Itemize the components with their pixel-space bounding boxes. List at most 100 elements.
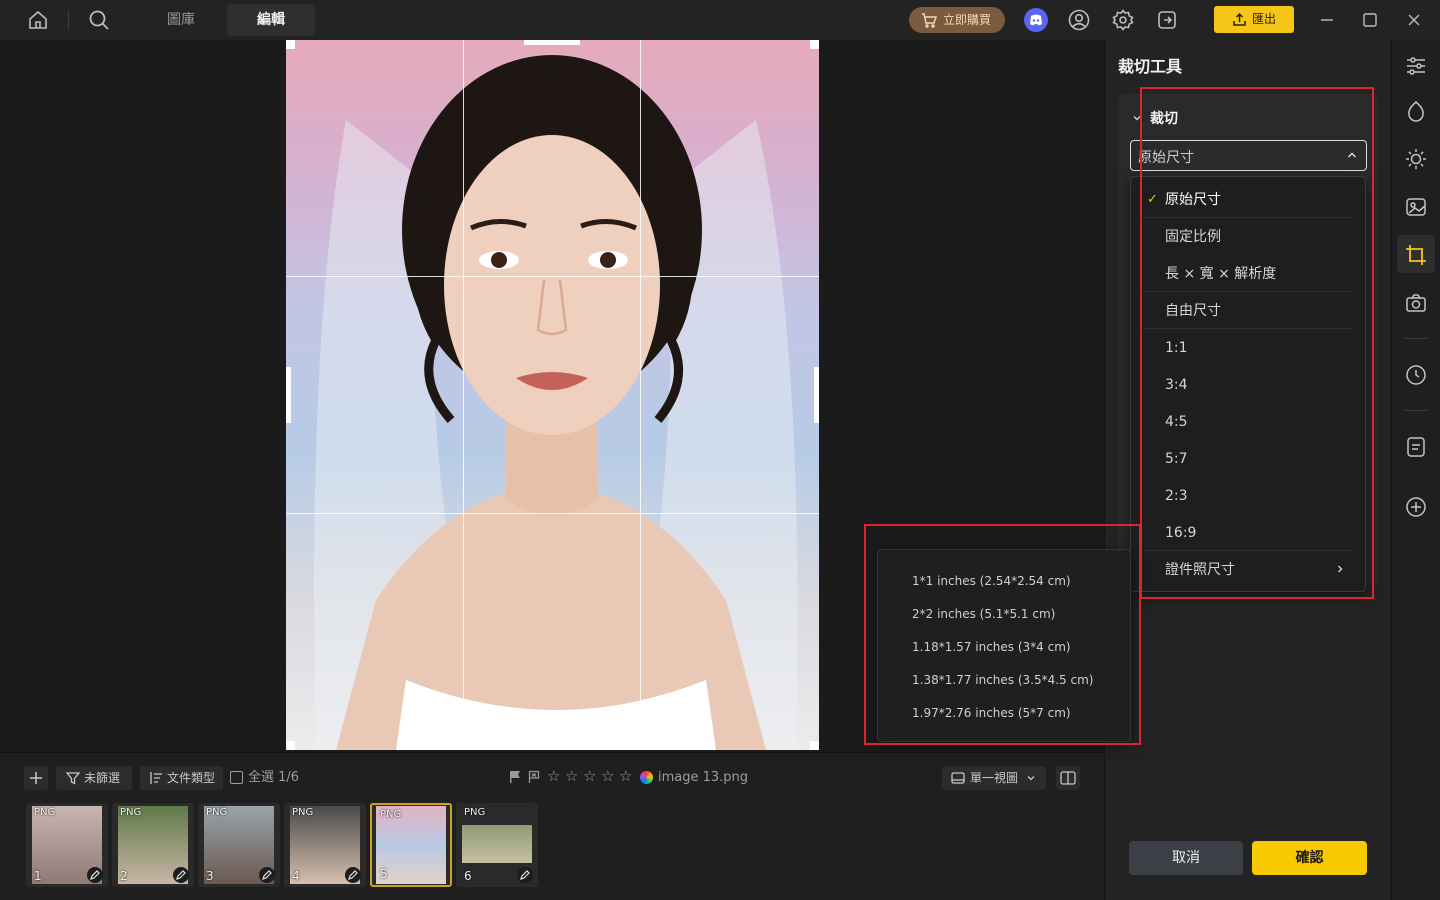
history-icon[interactable]	[1404, 363, 1428, 387]
tab-edit[interactable]: 編輯	[227, 4, 315, 36]
edit-icon[interactable]	[259, 867, 275, 883]
toolbar-divider	[1404, 338, 1428, 339]
current-filename: image 13.png	[658, 770, 749, 785]
reject-flag-icon[interactable]	[528, 770, 540, 788]
add-image-button[interactable]	[24, 766, 48, 790]
star-icon[interactable]: ☆	[601, 767, 614, 785]
crop-handle-bottom-left[interactable]	[286, 741, 295, 750]
edit-icon[interactable]	[173, 867, 189, 883]
thumbnail-number: 2	[120, 869, 128, 883]
color-label-icon[interactable]	[640, 771, 653, 784]
brightness-icon[interactable]	[1404, 147, 1428, 171]
buy-now-label: 立即購買	[943, 13, 992, 27]
thumbnail[interactable]: PNG 4	[284, 803, 366, 887]
highlight-box	[1140, 87, 1374, 599]
file-type-button[interactable]: 文件類型	[140, 766, 223, 790]
upload-icon	[1233, 12, 1246, 26]
split-view-icon	[1060, 771, 1076, 785]
toolbar-divider	[68, 11, 69, 29]
compare-view-button[interactable]	[1056, 766, 1080, 790]
thumbnail-number: 1	[34, 869, 42, 883]
crop-handle-top[interactable]	[524, 40, 580, 45]
thumbnail-format: PNG	[380, 809, 402, 820]
thumbnail[interactable]: PNG 3	[198, 803, 280, 887]
star-icon[interactable]: ☆	[565, 767, 578, 785]
notes-icon[interactable]	[1404, 435, 1428, 459]
view-mode-select[interactable]: 單一視圖	[942, 766, 1046, 790]
crop-handle-bottom-right[interactable]	[810, 741, 819, 750]
crop-image-preview[interactable]	[286, 40, 819, 750]
plus-icon	[30, 772, 42, 784]
adjust-sliders-icon[interactable]	[1404, 54, 1428, 78]
thumbnail-image	[462, 825, 532, 863]
right-toolbar	[1391, 40, 1440, 900]
thumbnail-number: 5	[380, 867, 388, 881]
discord-icon[interactable]	[1024, 8, 1048, 32]
panel-title: 裁切工具	[1118, 57, 1183, 76]
sort-icon	[150, 772, 162, 784]
thumbnail-format: PNG	[464, 807, 486, 818]
top-bar: 圖庫 編輯 立即購買 匯出	[0, 0, 1440, 40]
select-all-label: 全選 1/6	[248, 770, 300, 785]
thumbnail[interactable]: PNG 6	[456, 803, 538, 887]
thumbnail-format: PNG	[34, 807, 56, 818]
thumbnail-number: 6	[464, 869, 472, 883]
tab-library[interactable]: 圖庫	[145, 4, 217, 36]
edit-icon[interactable]	[345, 867, 361, 883]
thumbnail-number: 4	[292, 869, 300, 883]
home-icon[interactable]	[26, 8, 50, 32]
crop-handle-right[interactable]	[814, 367, 819, 423]
settings-icon[interactable]	[1111, 8, 1135, 32]
close-icon[interactable]	[1402, 8, 1426, 32]
crop-handle-bottom[interactable]	[524, 745, 580, 750]
crop-handle-top-right[interactable]	[810, 40, 819, 49]
star-icon[interactable]: ☆	[547, 767, 560, 785]
edit-icon[interactable]	[517, 867, 533, 883]
crop-handle-top-left[interactable]	[286, 40, 295, 49]
buy-now-button[interactable]: 立即購買	[909, 7, 1005, 33]
edit-icon[interactable]	[87, 867, 103, 883]
account-icon[interactable]	[1067, 8, 1091, 32]
crop-grid-line	[286, 276, 819, 277]
portrait-photo	[314, 55, 798, 750]
view-mode-label: 單一視圖	[970, 771, 1019, 785]
crop-grid-line	[640, 40, 641, 750]
thumbnail-format: PNG	[120, 807, 142, 818]
single-view-icon	[951, 772, 965, 784]
thumbnail-format: PNG	[206, 807, 228, 818]
cart-icon	[922, 13, 937, 28]
minimize-icon[interactable]	[1315, 8, 1339, 32]
export-label: 匯出	[1252, 12, 1277, 26]
thumbnail[interactable]: PNG 2	[112, 803, 194, 887]
filter-button[interactable]: 未篩選	[56, 766, 132, 790]
add-icon[interactable]	[1404, 495, 1428, 519]
crop-icon[interactable]	[1404, 243, 1428, 267]
crop-handle-left[interactable]	[286, 367, 291, 423]
cancel-button[interactable]: 取消	[1129, 841, 1243, 875]
star-icon[interactable]: ☆	[583, 767, 596, 785]
confirm-button[interactable]: 確認	[1252, 841, 1367, 875]
select-all-checkbox[interactable]: 全選 1/6	[230, 766, 299, 790]
thumbnail-selected[interactable]: PNG 5	[370, 803, 452, 887]
flag-icon[interactable]	[509, 770, 521, 788]
star-icon[interactable]: ☆	[619, 767, 632, 785]
toolbar-divider	[1404, 410, 1428, 411]
file-type-label: 文件類型	[167, 771, 216, 785]
camera-icon[interactable]	[1404, 291, 1428, 315]
login-icon[interactable]	[1155, 8, 1179, 32]
chevron-down-icon	[1027, 776, 1035, 781]
export-button[interactable]: 匯出	[1214, 6, 1294, 33]
crop-grid-line	[286, 513, 819, 514]
thumbnail[interactable]: PNG 1	[26, 803, 108, 887]
search-icon[interactable]	[87, 8, 111, 32]
thumbnail-number: 3	[206, 869, 214, 883]
highlight-box	[864, 524, 1141, 745]
filter-label: 未篩選	[84, 771, 121, 785]
maximize-icon[interactable]	[1358, 8, 1382, 32]
filmstrip-panel: 未篩選 文件類型 全選 1/6 ☆ ☆ ☆ ☆ ☆ image 13.png 單…	[0, 752, 1104, 900]
image-effects-icon[interactable]	[1404, 195, 1428, 219]
filter-icon	[66, 772, 80, 785]
crop-grid-line	[463, 40, 464, 750]
drop-icon[interactable]	[1404, 99, 1428, 123]
checkbox-icon	[230, 771, 243, 784]
